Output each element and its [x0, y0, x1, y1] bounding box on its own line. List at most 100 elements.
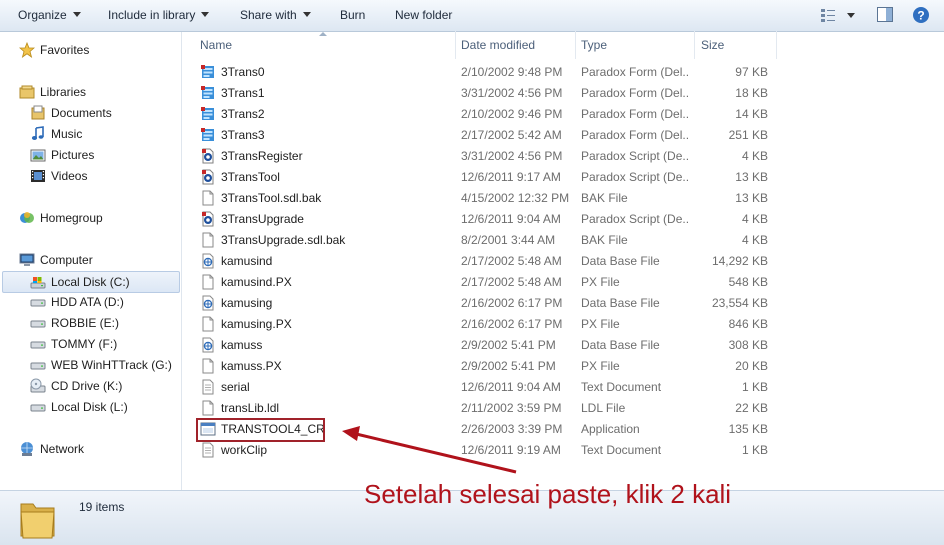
new-folder-label: New folder [395, 8, 453, 22]
file-type: Text Document [581, 443, 662, 457]
file-row[interactable]: 3TransTool 12/6/2011 9:17 AM Paradox Scrip… [196, 167, 776, 188]
chevron-down-icon [72, 12, 81, 17]
nav-drive-l-label: Local Disk (L:) [51, 400, 128, 414]
column-divider[interactable] [575, 31, 576, 59]
script-file-icon [202, 169, 214, 185]
db-file-icon [202, 253, 214, 269]
file-size: 251 KB [728, 128, 768, 142]
hard-drive-icon [30, 404, 46, 412]
file-date-modified: 2/16/2002 6:17 PM [461, 296, 563, 310]
help-button[interactable]: ? [912, 6, 930, 24]
share-with-label: Share with [240, 8, 297, 22]
annotation-text: Setelah selesai paste, klik 2 kali [364, 479, 732, 509]
file-date-modified: 3/31/2002 4:56 PM [461, 86, 563, 100]
blank-file-icon [202, 400, 214, 416]
network-icon [21, 442, 33, 456]
hard-drive-icon [30, 362, 46, 370]
preview-pane-button[interactable] [876, 6, 894, 24]
column-header-date[interactable]: Date modified [461, 35, 535, 55]
file-type: PX File [581, 275, 620, 289]
column-divider[interactable] [776, 31, 777, 59]
file-row[interactable]: kamusing.PX 2/16/2002 6:17 PM PX File 846 K… [196, 314, 776, 335]
file-size: 97 KB [735, 65, 768, 79]
file-type: BAK File [581, 233, 628, 247]
organize-button[interactable]: Organize [18, 8, 81, 22]
cd-drive-icon [30, 378, 46, 393]
nav-drive-d-label: HDD ATA (D:) [51, 295, 124, 309]
file-row[interactable]: 3Trans1 3/31/2002 4:56 PM Paradox Form (De… [196, 83, 776, 104]
file-name: 3Trans1 [221, 86, 265, 100]
libraries-icon [19, 85, 35, 99]
file-date-modified: 3/31/2002 4:56 PM [461, 149, 563, 163]
file-row[interactable]: kamusing 2/16/2002 6:17 PM Data Base File 2… [196, 293, 776, 314]
column-header-size[interactable]: Size [701, 35, 724, 55]
burn-button[interactable]: Burn [340, 8, 365, 22]
nav-drive-c-label: Local Disk (C:) [51, 275, 130, 289]
file-row[interactable]: 3TransUpgrade 12/6/2011 9:04 AM Paradox Sc… [196, 209, 776, 230]
svg-text:?: ? [917, 9, 924, 23]
file-row[interactable]: kamuss.PX 2/9/2002 5:41 PM PX File 20 KB [196, 356, 776, 377]
file-type: BAK File [581, 191, 628, 205]
script-file-icon [202, 211, 214, 227]
file-type: Paradox Script (De... [581, 170, 689, 184]
form-file-icon [201, 86, 214, 99]
file-row[interactable]: kamusind.PX 2/17/2002 5:48 AM PX File 548 K… [196, 272, 776, 293]
column-divider[interactable] [694, 31, 695, 59]
file-size: 22 KB [735, 401, 768, 415]
new-folder-button[interactable]: New folder [395, 8, 452, 22]
change-view-button[interactable] [820, 6, 860, 24]
file-row[interactable]: serial 12/6/2011 9:04 AM Text Document 1 KB [196, 377, 776, 398]
file-row[interactable]: 3TransTool.sdl.bak 4/15/2002 12:32 PM BAK … [196, 188, 776, 209]
file-type: Paradox Script (De... [581, 212, 689, 226]
file-type: Text Document [581, 380, 662, 394]
nav-homegroup-label: Homegroup [40, 211, 103, 225]
nav-drive-e-label: ROBBIE (E:) [51, 316, 120, 330]
file-name: 3Trans0 [221, 65, 265, 79]
file-name: transLib.ldl [221, 401, 280, 415]
file-row[interactable]: 3Trans2 2/10/2002 9:46 PM Paradox Form (De… [196, 104, 776, 125]
column-header-name[interactable]: Name [200, 35, 232, 55]
blank-file-icon [202, 232, 214, 248]
view-list-icon [821, 9, 855, 22]
highlight-box [196, 418, 325, 442]
chevron-down-icon [302, 12, 311, 17]
file-row[interactable]: transLib.ldl 2/11/2002 3:59 PM LDL File 22 … [196, 398, 776, 419]
file-row[interactable]: kamuss 2/9/2002 5:41 PM Data Base File 308 … [196, 335, 776, 356]
column-type-label: Type [581, 38, 608, 52]
hard-drive-icon [30, 320, 46, 328]
file-date-modified: 8/2/2001 3:44 AM [461, 233, 556, 247]
system-drive-icon [30, 277, 46, 289]
documents-icon [31, 105, 45, 120]
file-date-modified: 2/11/2002 3:59 PM [461, 401, 562, 415]
column-divider[interactable] [455, 31, 456, 59]
column-size-label: Size [701, 38, 725, 52]
chevron-down-icon [201, 12, 210, 17]
nav-videos-label: Videos [51, 169, 88, 183]
text-file-icon [202, 379, 214, 395]
column-header-type[interactable]: Type [581, 35, 607, 55]
file-row[interactable]: 3Trans0 2/10/2002 9:48 PM Paradox Form (De… [196, 62, 776, 83]
folder-icon [20, 503, 55, 539]
command-bar: Organize Include in library Share with B… [0, 0, 944, 32]
file-size: 20 KB [735, 359, 768, 373]
file-name: kamusing [221, 296, 273, 310]
include-in-library-button[interactable]: Include in library [108, 8, 210, 22]
file-row[interactable]: 3TransUpgrade.sdl.bak 8/2/2001 3:44 AM BAK… [196, 230, 776, 251]
form-file-icon [201, 128, 214, 141]
file-row[interactable]: kamusind 2/17/2002 5:48 AM Data Base File 1… [196, 251, 776, 272]
pictures-icon [30, 149, 46, 162]
file-type: Data Base File [581, 338, 660, 352]
blank-file-icon [202, 190, 214, 206]
blank-file-icon [202, 316, 214, 332]
file-name: 3TransTool.sdl.bak [221, 191, 322, 205]
share-with-button[interactable]: Share with [240, 8, 311, 22]
organize-label: Organize [18, 8, 67, 22]
file-row[interactable]: 3Trans3 2/17/2002 5:42 AM Paradox Form (De… [196, 125, 776, 146]
file-row[interactable]: 3TransRegister 3/31/2002 4:56 PM Paradox S… [196, 146, 776, 167]
file-date-modified: 2/10/2002 9:48 PM [461, 65, 563, 79]
nav-favorites-label: Favorites [40, 43, 90, 57]
file-size: 135 KB [728, 422, 768, 436]
nav-drive-c[interactable]: Local Disk (C:) [2, 271, 180, 293]
file-type: Application [581, 422, 640, 436]
file-type: PX File [581, 317, 620, 331]
